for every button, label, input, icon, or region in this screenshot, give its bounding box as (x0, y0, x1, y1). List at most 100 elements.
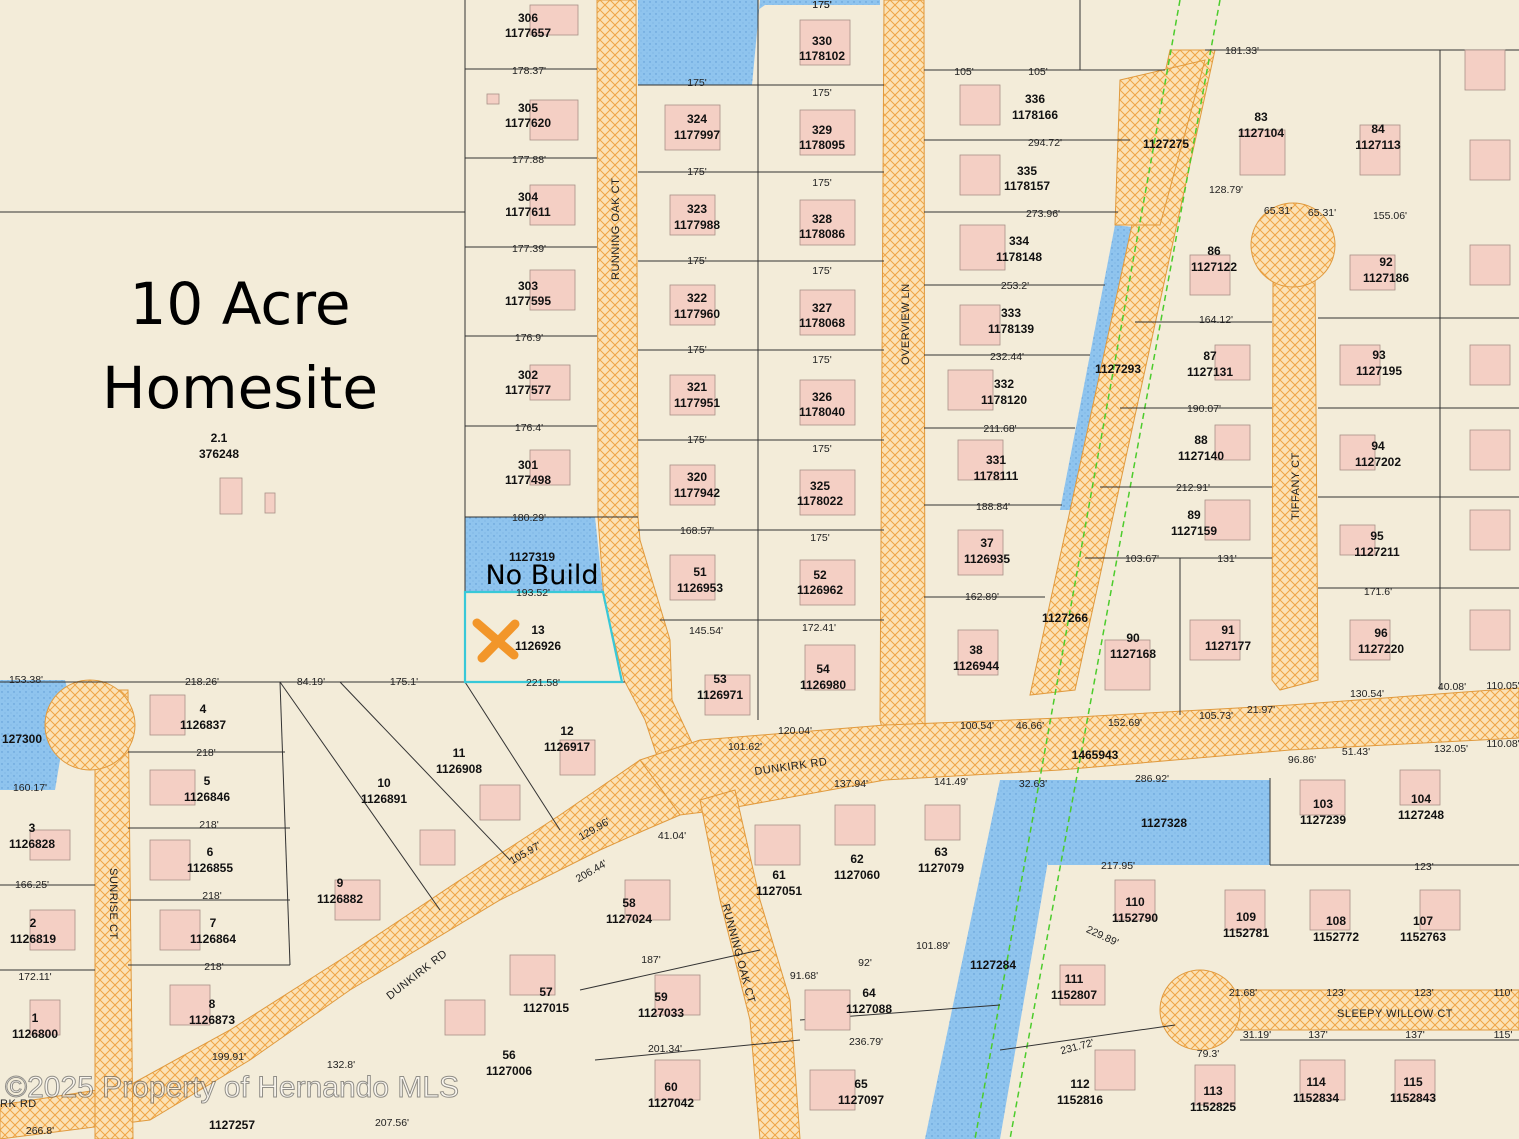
parcel-label: 1127284 (970, 958, 1016, 972)
parcel-label: 51 (693, 565, 707, 579)
dimension-label: 91.68' (790, 970, 818, 982)
parcel-label: 52 (813, 568, 827, 582)
parcel-label: 1126944 (953, 659, 999, 673)
parcel-label: 1127248 (1398, 808, 1444, 822)
parcel-label: 58 (622, 896, 636, 910)
parcel-label: 1178086 (799, 227, 845, 241)
parcel-label: 1126980 (800, 678, 846, 692)
parcel-label: 64 (862, 986, 876, 1000)
road-label-tiffany-ct: TIFFANY CT (1290, 452, 1302, 520)
parcel-label: 1127060 (834, 868, 880, 882)
dimension-label: 188.84' (976, 501, 1010, 513)
parcel-label: 1126908 (436, 762, 482, 776)
parcel-label: 1127275 (1143, 137, 1189, 151)
parcel-label: 57 (539, 985, 553, 999)
parcel-label: 321 (687, 380, 707, 394)
parcel-label: 1126935 (964, 552, 1010, 566)
parcel-label: 1127168 (1110, 647, 1156, 661)
dimension-label: 273.96' (1026, 208, 1060, 220)
dimension-label: 65.31' (1264, 205, 1292, 217)
dimension-label: 51.43' (1342, 746, 1370, 758)
parcel-label: 323 (687, 202, 707, 216)
parcel-label: 1127266 (1042, 611, 1088, 625)
parcel-label: 88 (1194, 433, 1208, 447)
dimension-label: 132.8' (327, 1059, 355, 1071)
parcel-label: 1127015 (523, 1001, 569, 1015)
dimension-label: 175' (812, 443, 832, 455)
dimension-label: 31.19' (1243, 1029, 1271, 1041)
parcel-label: 1178095 (799, 138, 845, 152)
dimension-label: 218' (202, 890, 222, 902)
dimension-label: 178.37' (512, 65, 546, 77)
parcel-label: 108 (1326, 914, 1346, 928)
parcel-label: 1127131 (1187, 365, 1233, 379)
dimension-label: 21.97' (1247, 704, 1275, 716)
dimension-label: 131' (1217, 553, 1237, 565)
dimension-label: 101.89' (916, 940, 950, 952)
parcel-label: 1127104 (1238, 126, 1284, 140)
parcel-label: 87 (1203, 349, 1217, 363)
parcel-label: 1126800 (12, 1027, 58, 1041)
parcel-label: 1127140 (1178, 449, 1224, 463)
parcel-label: 1177960 (674, 307, 720, 321)
dimension-label: 266.8' (26, 1125, 54, 1137)
parcel-label: 1 (32, 1011, 39, 1025)
parcel-label: 5 (204, 774, 211, 788)
parcel-label: 301 (518, 458, 538, 472)
parcel-label: 376248 (199, 447, 239, 461)
dimension-label: 137' (1405, 1029, 1425, 1041)
parcel-label: 1127113 (1355, 138, 1401, 152)
parcel-label: 56 (502, 1048, 516, 1062)
dimension-label: 177.88' (512, 154, 546, 166)
dimension-label: 181.33' (1225, 45, 1259, 57)
parcel-label: 1127202 (1355, 455, 1401, 469)
parcel-label: 1126917 (544, 740, 590, 754)
parcel-label: 332 (994, 377, 1014, 391)
dimension-label: 46.66' (1016, 720, 1044, 732)
parcel-label: 4 (200, 702, 207, 716)
dimension-label: 160.17' (13, 782, 47, 794)
dimension-label: 217.95' (1101, 860, 1135, 872)
parcel-label: 304 (518, 190, 538, 204)
dimension-label: 41.04' (658, 830, 686, 842)
dimension-label: 201.34' (648, 1043, 682, 1055)
dimension-label: 175' (812, 87, 832, 99)
parcel-label: 1178157 (1004, 179, 1050, 193)
parcel-label: 54 (816, 662, 830, 676)
dimension-label: 236.79' (849, 1036, 883, 1048)
road-label-overview-ln: OVERVIEW LN (900, 283, 912, 365)
parcel-label: 1177657 (505, 26, 551, 40)
parcel-label: 83 (1254, 110, 1268, 124)
parcel-label: 322 (687, 291, 707, 305)
parcel-label: 84 (1371, 122, 1385, 136)
parcel-label: 95 (1370, 529, 1384, 543)
parcel-label: 1127220 (1358, 642, 1404, 656)
parcel-label: 1152763 (1400, 930, 1446, 944)
parcel-label: 1178148 (996, 250, 1042, 264)
parcel-label: 1126971 (697, 688, 743, 702)
parcel-label: 1178068 (799, 316, 845, 330)
parcel-label: 1127211 (1354, 545, 1400, 559)
dimension-label: 175' (812, 177, 832, 189)
cul-de-sac-sunrise (44, 679, 136, 771)
dimension-label: 115' (1494, 1029, 1513, 1041)
dimension-label: 155.06' (1373, 210, 1407, 222)
parcel-label: 1178102 (799, 49, 845, 63)
parcel-label: 62 (850, 852, 864, 866)
parcel-label: 1152816 (1057, 1093, 1103, 1107)
dimension-label: 162.89' (965, 591, 999, 603)
parcel-label: 1127024 (606, 912, 652, 926)
dimension-label: 218.26' (185, 676, 219, 688)
dimension-label: 137' (1308, 1029, 1328, 1041)
homesite-title-line1: 10 Acre (129, 270, 350, 338)
dimension-label: 120.04' (778, 725, 812, 737)
dimension-label: 175' (687, 166, 707, 178)
parcel-label: 2 (30, 916, 37, 930)
dimension-label: 96.86' (1288, 754, 1316, 766)
parcel-label: 330 (812, 34, 832, 48)
parcel-label: 1177942 (674, 486, 720, 500)
parcel-label: 1152843 (1390, 1091, 1436, 1105)
parcel-label: 1127088 (846, 1002, 892, 1016)
parcel-label: 111 (1065, 972, 1084, 986)
parcel-label: 1126873 (189, 1013, 235, 1027)
